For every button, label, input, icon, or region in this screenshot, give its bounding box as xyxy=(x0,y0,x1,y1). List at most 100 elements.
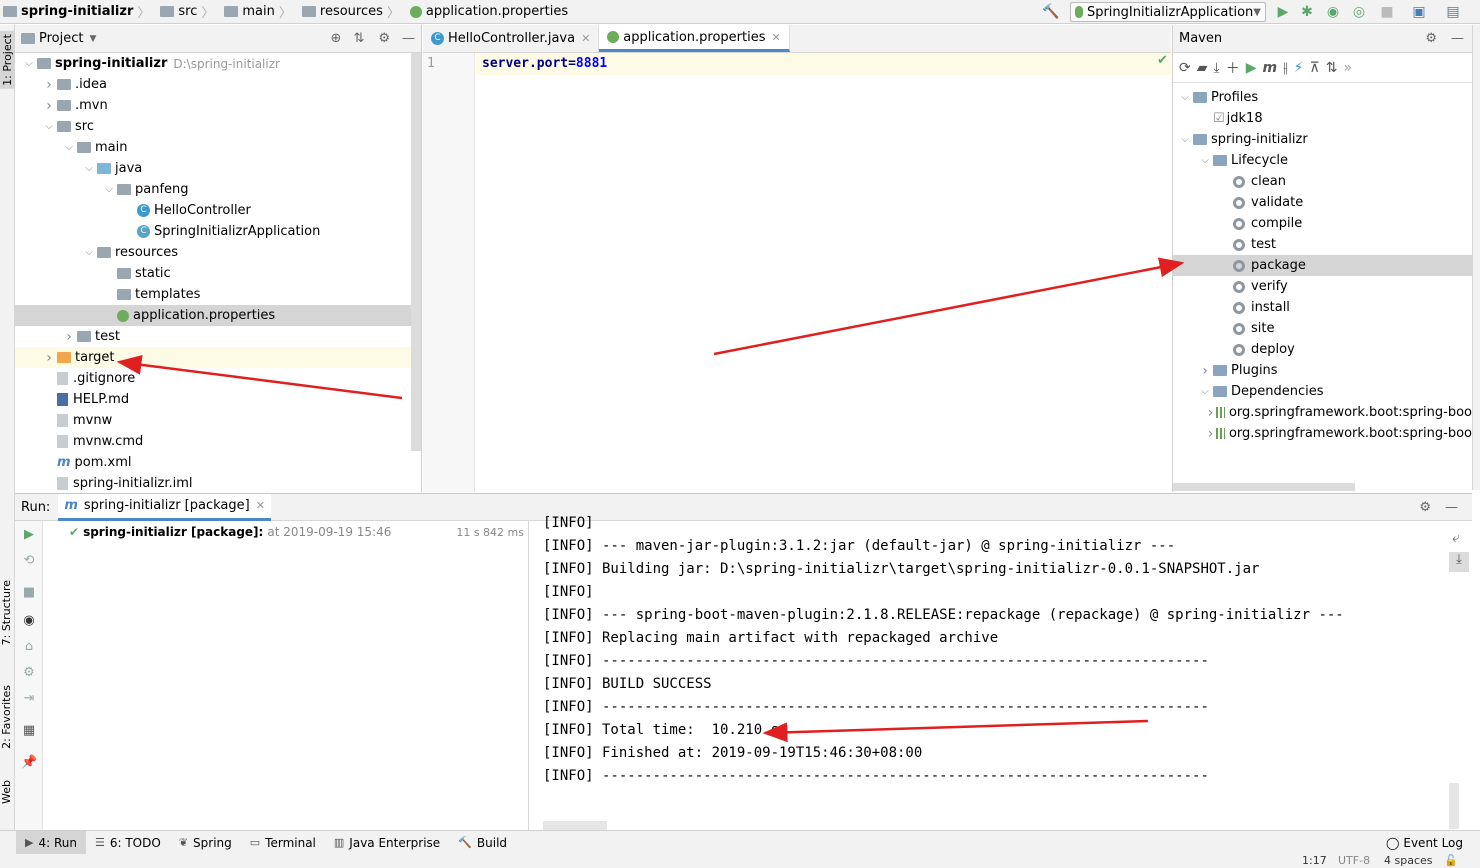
gear-icon[interactable]: ⚙ xyxy=(378,31,390,46)
chevron-down-icon[interactable]: ⌵ xyxy=(81,247,97,258)
maven-tree-item[interactable]: install xyxy=(1173,297,1472,318)
project-tree-item[interactable]: HELP.md xyxy=(15,389,421,410)
run-configuration-select[interactable]: SpringInitializrApplication ▼ xyxy=(1070,2,1266,22)
project-tree-item[interactable]: templates xyxy=(15,284,421,305)
maven-tree-item[interactable]: verify xyxy=(1173,276,1472,297)
plus-icon[interactable]: ＋ xyxy=(1226,58,1240,78)
toggle-offline-icon[interactable]: ⫲ xyxy=(1283,60,1288,76)
tab-application-properties[interactable]: application.properties ✕ xyxy=(599,25,790,52)
collapse-icon[interactable]: ⇅ xyxy=(353,31,364,46)
project-structure-icon[interactable]: ▤ xyxy=(1444,3,1462,21)
maven-tree-item[interactable]: › org.springframework.boot:spring-boo xyxy=(1173,423,1472,444)
close-icon[interactable]: ✕ xyxy=(581,32,590,45)
project-tree-item[interactable]: m pom.xml xyxy=(15,452,421,473)
breadcrumb-item-file[interactable]: application.properties xyxy=(407,0,571,24)
project-tree-item[interactable]: static xyxy=(15,263,421,284)
rerun-icon[interactable]: ▶ xyxy=(21,527,37,543)
web-tool-button[interactable]: Web xyxy=(0,780,13,804)
layout-icon[interactable]: ▦ xyxy=(21,723,37,739)
favorites-tool-button[interactable]: 2: Favorites xyxy=(0,685,13,749)
run-icon[interactable]: ▶ xyxy=(1246,60,1257,76)
breadcrumb-item-project[interactable]: spring-initializr 〉 xyxy=(0,0,157,24)
add-folder-icon[interactable]: ▰ xyxy=(1197,60,1208,76)
bottom-tab[interactable]: ❦ Spring xyxy=(170,831,241,855)
maven-tree-item[interactable]: test xyxy=(1173,234,1472,255)
maven-tree-item[interactable]: › org.springframework.boot:spring-boo xyxy=(1173,402,1472,423)
chevron-down-icon[interactable]: ⌵ xyxy=(1177,134,1193,145)
project-tree-item[interactable]: mvnw xyxy=(15,410,421,431)
locate-icon[interactable]: ⊕ xyxy=(331,31,342,46)
project-view-select[interactable]: Project xyxy=(39,31,83,46)
chevron-down-icon[interactable]: ⌵ xyxy=(41,121,57,132)
project-tree-item[interactable]: ⌵ main xyxy=(15,137,421,158)
maven-tree-item[interactable]: package xyxy=(1173,255,1472,276)
scrollbar[interactable] xyxy=(411,53,421,451)
project-tool-button[interactable]: 1: Project xyxy=(0,31,15,89)
chevron-down-icon[interactable]: ⌵ xyxy=(1197,155,1213,166)
chevron-right-icon[interactable]: › xyxy=(1205,426,1217,442)
project-tree-item[interactable]: ⌵ src xyxy=(15,116,421,137)
scrollbar[interactable] xyxy=(1173,483,1355,491)
soft-wrap-icon[interactable]: ⤶ xyxy=(1452,530,1460,546)
chevron-down-icon[interactable]: ▼ xyxy=(89,34,96,44)
encoding[interactable]: UTF-8 xyxy=(1338,854,1370,867)
project-tree-item[interactable]: › test xyxy=(15,326,421,347)
project-tree-item[interactable]: application.properties xyxy=(15,305,421,326)
chevron-down-icon[interactable]: ⌵ xyxy=(1177,92,1193,103)
project-tree-item[interactable]: ⌵ resources xyxy=(15,242,421,263)
collapse-icon[interactable]: ⇅ xyxy=(1326,60,1338,76)
bottom-tab[interactable]: ▭ Terminal xyxy=(241,831,325,855)
gear-icon[interactable]: ⚙ xyxy=(1419,500,1431,515)
bottom-tab[interactable]: 🔨 Build xyxy=(449,831,516,855)
maven-tree-item[interactable]: validate xyxy=(1173,192,1472,213)
import-icon[interactable]: ⇥ xyxy=(21,691,37,707)
sdk-icon[interactable]: ▣ xyxy=(1410,3,1428,21)
indent[interactable]: 4 spaces xyxy=(1384,854,1433,867)
hide-icon[interactable]: — xyxy=(1451,31,1464,46)
project-tree-item[interactable]: .gitignore xyxy=(15,368,421,389)
chevron-down-icon[interactable]: ⌵ xyxy=(61,142,77,153)
maven-tree-item[interactable]: compile xyxy=(1173,213,1472,234)
stop-icon[interactable]: ■ xyxy=(1378,3,1396,21)
close-icon[interactable]: ✕ xyxy=(771,31,780,44)
tab-hello-controller[interactable]: C HelloController.java ✕ xyxy=(423,25,600,52)
chevron-down-icon[interactable]: ⌵ xyxy=(21,58,37,69)
eye-icon[interactable]: ◉ xyxy=(21,613,37,629)
maven-tree-item[interactable]: › Plugins xyxy=(1173,360,1472,381)
chevron-right-icon[interactable]: › xyxy=(41,350,57,366)
gear-icon[interactable]: ⚙ xyxy=(1425,31,1437,46)
show-deps-icon[interactable]: ⊼ xyxy=(1309,60,1319,76)
chevron-right-icon[interactable]: › xyxy=(1197,363,1213,379)
project-tree-item[interactable]: ⌵ spring-initializr D:\spring-initializr xyxy=(15,53,421,74)
project-tree-item[interactable]: C SpringInitializrApplication xyxy=(15,221,421,242)
execute-goal-icon[interactable]: m xyxy=(1263,60,1278,76)
bottom-tab[interactable]: ☰ 6: TODO xyxy=(86,831,170,855)
more-icon[interactable]: » xyxy=(1343,60,1352,76)
breadcrumb-item-src[interactable]: src 〉 xyxy=(157,0,221,24)
debug-icon[interactable]: ✱ xyxy=(1298,3,1316,21)
project-tree-item[interactable]: C HelloController xyxy=(15,200,421,221)
build-entry[interactable]: ✔ spring-initializr [package]: at 2019-0… xyxy=(69,525,391,539)
close-icon[interactable]: ✕ xyxy=(256,499,265,512)
chevron-right-icon[interactable]: › xyxy=(61,329,77,345)
skip-tests-icon[interactable]: ⚡ xyxy=(1294,60,1304,76)
hide-icon[interactable]: — xyxy=(1445,500,1458,515)
project-tree-item[interactable]: ⌵ panfeng xyxy=(15,179,421,200)
maven-tree-item[interactable]: ⌵ Dependencies xyxy=(1173,381,1472,402)
maven-tree-item[interactable]: ☑ jdk18 xyxy=(1173,108,1472,129)
project-tree-item[interactable]: › target xyxy=(15,347,421,368)
bottom-tab[interactable]: ▶ 4: Run xyxy=(16,830,86,855)
scrollbar[interactable] xyxy=(1449,783,1459,829)
coverage-icon[interactable]: ◉ xyxy=(1324,3,1342,21)
maven-tree-item[interactable]: ⌵ spring-initializr xyxy=(1173,129,1472,150)
code-line[interactable]: server.port=8881 xyxy=(476,53,1171,75)
maven-tree-item[interactable]: ⌵ Lifecycle xyxy=(1173,150,1472,171)
run-tab[interactable]: m spring-initializr [package] ✕ xyxy=(58,493,271,521)
run-icon[interactable]: ▶ xyxy=(1274,3,1292,21)
chevron-right-icon[interactable]: › xyxy=(1205,405,1217,421)
chevron-down-icon[interactable]: ⌵ xyxy=(1197,386,1213,397)
chevron-right-icon[interactable]: › xyxy=(41,98,57,114)
bottom-tab[interactable]: ▥ Java Enterprise xyxy=(325,831,449,855)
lock-icon[interactable]: 🔓 xyxy=(1444,854,1458,867)
camera-icon[interactable]: ⌂ xyxy=(21,639,37,655)
